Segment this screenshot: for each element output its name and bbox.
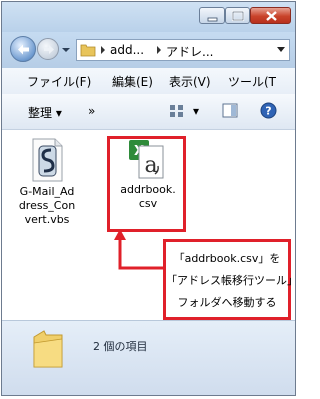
back-button[interactable] — [10, 36, 36, 62]
maximize-icon — [231, 10, 245, 22]
address-dropdown-icon[interactable] — [277, 47, 285, 53]
back-arrow-icon — [18, 44, 29, 55]
callout-line-2: 「アドレス帳移行ツール」 — [166, 274, 298, 287]
callout-line-3: フォルダへ移動する — [177, 296, 277, 309]
menu-file[interactable]: ファイル(F) — [27, 73, 91, 90]
maximize-button[interactable] — [225, 7, 250, 24]
help-icon[interactable]: ? — [260, 102, 277, 119]
breadcrumb-segment-2[interactable]: アドレ... — [166, 43, 213, 60]
close-icon — [266, 11, 277, 21]
command-bar: 整理 ▾ » ▾ ? — [2, 94, 295, 130]
minimize-icon — [207, 17, 218, 22]
address-bar[interactable]: add... アドレ... — [76, 39, 290, 61]
file-item-vbs[interactable]: G-Mail_Ad dress_Con vert.vbs — [7, 138, 87, 227]
svg-text:?: ? — [265, 105, 271, 118]
view-options-icon[interactable] — [169, 103, 185, 119]
folder-large-icon — [33, 330, 63, 368]
view-dropdown-button[interactable]: ▾ — [193, 104, 199, 118]
more-commands-button[interactable]: » — [88, 104, 95, 118]
callout-arrow — [114, 229, 163, 270]
item-count-text: 2 個の項目 — [93, 340, 148, 353]
organize-button[interactable]: 整理 ▾ — [28, 104, 62, 121]
title-bar — [2, 2, 295, 32]
callout-line-1: 「addrbook.csv」を — [173, 252, 281, 265]
menu-bar: ファイル(F) 編集(E) 表示(V) ツール(T — [2, 68, 295, 95]
history-dropdown-icon[interactable] — [62, 46, 70, 54]
menu-tools[interactable]: ツール(T — [228, 73, 276, 90]
callout-box: 「addrbook.csv」を 「アドレス帳移行ツール」 フォルダへ移動する — [163, 239, 298, 320]
highlight-frame — [107, 136, 186, 232]
menu-view[interactable]: 表示(V) — [169, 73, 211, 90]
close-button[interactable] — [250, 7, 291, 24]
breadcrumb-arrow-icon[interactable] — [100, 46, 106, 54]
breadcrumb-arrow-icon[interactable] — [156, 46, 162, 54]
file-name-vbs: G-Mail_Ad dress_Con vert.vbs — [18, 185, 76, 226]
preview-pane-icon[interactable] — [222, 103, 238, 118]
menu-edit[interactable]: 編集(E) — [112, 73, 153, 90]
breadcrumb-segment-1[interactable]: add... — [110, 43, 144, 57]
navigation-bar: add... アドレ... — [2, 32, 295, 68]
folder-icon — [80, 44, 96, 57]
details-pane: 2 個の項目 — [2, 320, 295, 395]
forward-arrow-icon — [44, 45, 54, 54]
forward-button[interactable] — [37, 38, 59, 60]
script-file-icon — [32, 138, 63, 182]
minimize-button[interactable] — [199, 7, 225, 24]
